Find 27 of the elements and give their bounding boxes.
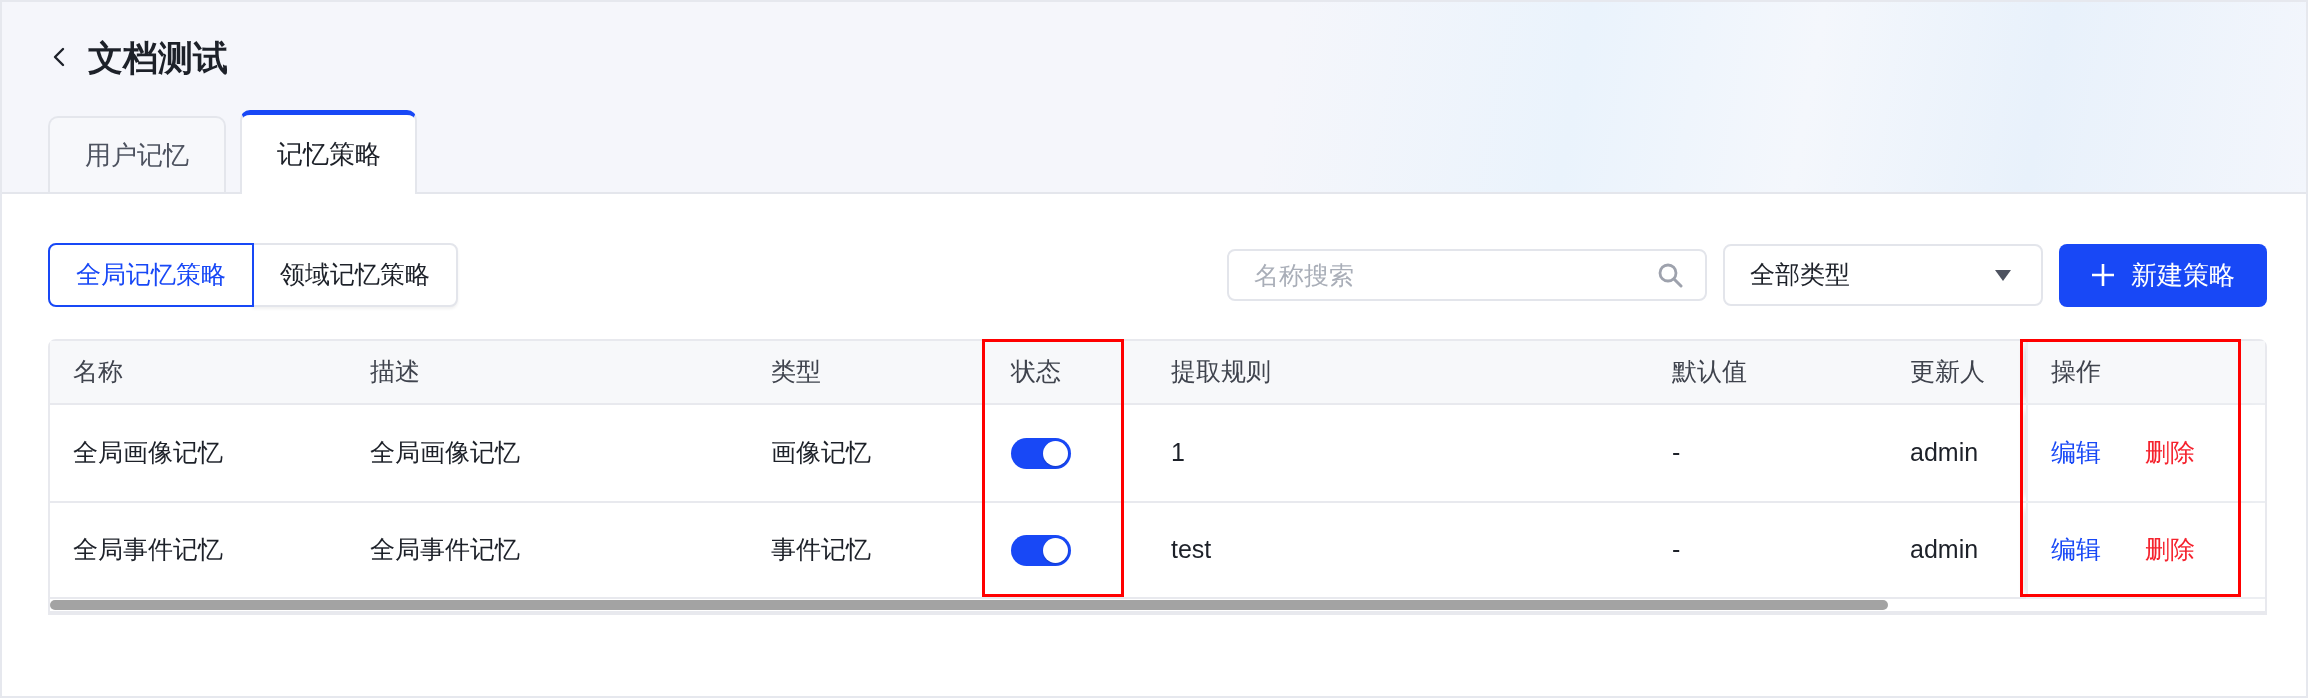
tab[interactable]: 记忆策略: [240, 110, 417, 194]
edit-link[interactable]: 编辑: [2051, 434, 2101, 472]
column-header: 更新人: [1887, 341, 2026, 405]
search-field[interactable]: 名称搜索: [1227, 249, 1707, 301]
column-header: 状态: [988, 341, 1148, 405]
column-header: 类型: [748, 341, 988, 405]
segment-button[interactable]: 全局记忆策略: [48, 243, 254, 307]
toggle-switch[interactable]: [1011, 534, 1071, 566]
column-header: 操作: [2026, 341, 2265, 405]
page-title: 文档测试: [88, 39, 228, 75]
back-icon[interactable]: [52, 47, 66, 67]
caret-down-icon: [1995, 269, 2011, 281]
delete-link[interactable]: 删除: [2145, 434, 2195, 472]
edit-link[interactable]: 编辑: [2051, 531, 2101, 569]
toggle-switch[interactable]: [1011, 437, 1071, 469]
scrollbar-thumb[interactable]: [50, 600, 1889, 610]
column-header: 默认值: [1649, 341, 1887, 405]
plus-icon: [2091, 263, 2115, 287]
tab[interactable]: 用户记忆: [48, 116, 226, 192]
delete-link[interactable]: 删除: [2145, 531, 2195, 569]
type-dropdown[interactable]: 全部类型: [1723, 244, 2043, 306]
column-header: 提取规则: [1148, 341, 1649, 405]
new-strategy-button[interactable]: 新建策略: [2059, 243, 2267, 307]
column-header: 名称: [50, 341, 347, 405]
search-icon: [1657, 262, 1683, 288]
segment-button[interactable]: 领域记忆策略: [252, 243, 458, 307]
column-header: 描述: [347, 341, 748, 405]
